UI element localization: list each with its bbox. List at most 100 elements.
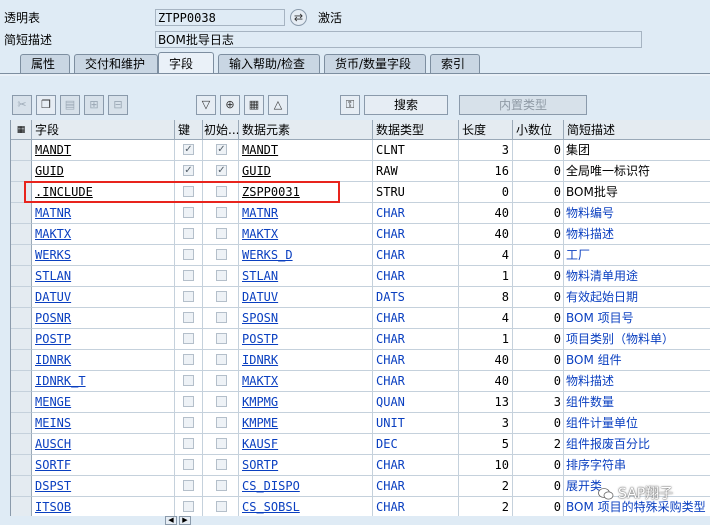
key-checkbox-cell[interactable] [175, 413, 203, 434]
decimals-cell[interactable]: 0 [513, 287, 564, 308]
key-checkbox-cell[interactable] [175, 434, 203, 455]
tab-currency-quantity[interactable]: 货币/数量字段 [324, 54, 426, 74]
data-type-cell[interactable]: CHAR [373, 266, 459, 287]
row-selector[interactable] [11, 245, 32, 266]
short-desc-cell[interactable]: 组件数量 [564, 392, 710, 413]
row-selector[interactable] [11, 392, 32, 413]
new-row-button[interactable]: ⊕ [220, 95, 240, 115]
length-cell[interactable]: 2 [459, 476, 513, 497]
tab-attributes[interactable]: 属性 [20, 54, 70, 74]
col-decimals[interactable]: 小数位 [513, 120, 564, 140]
initial-checkbox[interactable]: ✓ [216, 144, 227, 155]
length-cell[interactable]: 40 [459, 350, 513, 371]
data-element-cell[interactable]: IDNRK [239, 350, 373, 371]
builtin-type-button[interactable]: 内置类型 [459, 95, 587, 115]
short-desc-cell[interactable]: 物料编号 [564, 203, 710, 224]
length-cell[interactable]: 40 [459, 203, 513, 224]
length-cell[interactable]: 16 [459, 161, 513, 182]
field-name-cell[interactable]: SORTF [32, 455, 175, 476]
initial-checkbox-cell[interactable] [203, 455, 239, 476]
key-checkbox[interactable] [183, 480, 194, 491]
decimals-cell[interactable]: 0 [513, 476, 564, 497]
copy-button[interactable]: ❐ [36, 95, 56, 115]
data-type-cell[interactable]: STRU [373, 182, 459, 203]
data-type-cell[interactable]: CHAR [373, 371, 459, 392]
col-initial[interactable]: 初始... [203, 120, 239, 140]
data-type-cell[interactable]: DATS [373, 287, 459, 308]
decimals-cell[interactable]: 0 [513, 140, 564, 161]
initial-checkbox[interactable] [216, 228, 227, 239]
table-name-field[interactable]: ZTPP0038 [155, 9, 285, 26]
row-selector[interactable] [11, 308, 32, 329]
initial-checkbox[interactable] [216, 312, 227, 323]
key-button[interactable]: ⚿ [340, 95, 360, 115]
field-name-cell[interactable]: STLAN [32, 266, 175, 287]
initial-checkbox-cell[interactable] [203, 203, 239, 224]
data-element-cell[interactable]: MAKTX [239, 371, 373, 392]
key-checkbox[interactable] [183, 438, 194, 449]
paste-button[interactable]: ▤ [60, 95, 80, 115]
decimals-cell[interactable]: 0 [513, 413, 564, 434]
decimals-cell[interactable]: 0 [513, 182, 564, 203]
data-element-cell[interactable]: CS_DISPO [239, 476, 373, 497]
length-cell[interactable]: 40 [459, 224, 513, 245]
field-name-cell[interactable]: AUSCH [32, 434, 175, 455]
col-data-element[interactable]: 数据元素 [239, 120, 373, 140]
data-type-cell[interactable]: CHAR [373, 203, 459, 224]
initial-checkbox[interactable] [216, 333, 227, 344]
length-cell[interactable]: 40 [459, 371, 513, 392]
row-selector[interactable] [11, 476, 32, 497]
data-element-cell[interactable]: KMPME [239, 413, 373, 434]
tab-input-help[interactable]: 输入帮助/检查 [218, 54, 320, 74]
initial-checkbox-cell[interactable] [203, 392, 239, 413]
select-all-header[interactable]: ▦ [11, 120, 32, 140]
short-desc-cell[interactable]: 物料描述 [564, 224, 710, 245]
length-cell[interactable]: 13 [459, 392, 513, 413]
table-row[interactable]: MAKTX MAKTX CHAR 40 0 物料描述 [11, 224, 710, 245]
initial-checkbox[interactable] [216, 291, 227, 302]
key-checkbox-cell[interactable] [175, 350, 203, 371]
decimals-cell[interactable]: 0 [513, 224, 564, 245]
length-cell[interactable]: 4 [459, 308, 513, 329]
length-cell[interactable]: 10 [459, 455, 513, 476]
table-row[interactable]: POSTP POSTP CHAR 1 0 项目类别（物料单） [11, 329, 710, 350]
data-element-cell[interactable]: KMPMG [239, 392, 373, 413]
row-selector[interactable] [11, 413, 32, 434]
decimals-cell[interactable]: 0 [513, 266, 564, 287]
decimals-cell[interactable]: 0 [513, 329, 564, 350]
length-cell[interactable]: 2 [459, 497, 513, 516]
decimals-cell[interactable]: 0 [513, 245, 564, 266]
short-desc-field[interactable]: BOM批导日志 [155, 31, 642, 48]
key-checkbox[interactable] [183, 312, 194, 323]
table-row[interactable]: MENGE KMPMG QUAN 13 3 组件数量 [11, 392, 710, 413]
field-name-cell[interactable]: IDNRK_T [32, 371, 175, 392]
initial-checkbox[interactable] [216, 207, 227, 218]
row-selector[interactable] [11, 161, 32, 182]
initial-checkbox-cell[interactable] [203, 371, 239, 392]
length-cell[interactable]: 3 [459, 413, 513, 434]
data-element-cell[interactable]: GUID [239, 161, 373, 182]
key-checkbox-cell[interactable] [175, 203, 203, 224]
insert-row-button[interactable]: ⊞ [84, 95, 104, 115]
row-selector[interactable] [11, 287, 32, 308]
table-row[interactable]: AUSCH KAUSF DEC 5 2 组件报废百分比 [11, 434, 710, 455]
field-name-cell[interactable]: MATNR [32, 203, 175, 224]
field-name-cell[interactable]: GUID [32, 161, 175, 182]
field-name-cell[interactable]: DATUV [32, 287, 175, 308]
key-checkbox-cell[interactable] [175, 455, 203, 476]
short-desc-cell[interactable]: 集团 [564, 140, 710, 161]
table-row[interactable]: IDNRK IDNRK CHAR 40 0 BOM 组件 [11, 350, 710, 371]
scroll-right-icon[interactable]: ▶ [179, 516, 191, 525]
decimals-cell[interactable]: 0 [513, 161, 564, 182]
key-checkbox[interactable] [183, 228, 194, 239]
key-checkbox[interactable] [183, 354, 194, 365]
table-row[interactable]: WERKS WERKS_D CHAR 4 0 工厂 [11, 245, 710, 266]
decimals-cell[interactable]: 0 [513, 497, 564, 516]
short-desc-cell[interactable]: 物料描述 [564, 371, 710, 392]
decimals-cell[interactable]: 0 [513, 455, 564, 476]
key-checkbox[interactable] [183, 417, 194, 428]
data-element-cell[interactable]: SORTP [239, 455, 373, 476]
decimals-cell[interactable]: 3 [513, 392, 564, 413]
short-desc-cell[interactable]: BOM批导 [564, 182, 710, 203]
row-selector[interactable] [11, 371, 32, 392]
